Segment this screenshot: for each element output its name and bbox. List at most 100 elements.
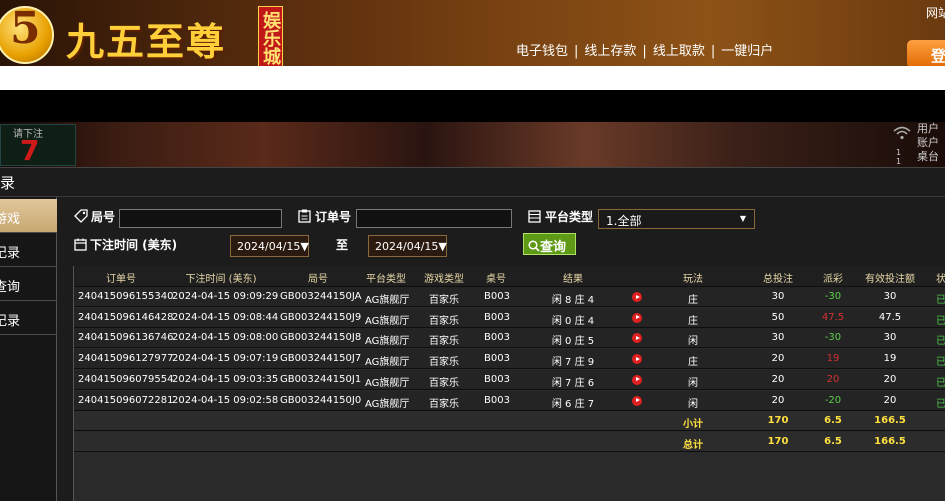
- table-info-account: 账户: [917, 136, 939, 149]
- cell-time: 2024-04-15 09:08:44: [172, 311, 279, 323]
- table-row[interactable]: 240415096072281 2024-04-15 09:02:58 GB0032…: [74, 390, 945, 411]
- col-header-bet: 总投注: [763, 274, 793, 285]
- sidebar-item-query[interactable]: 查询: [0, 267, 57, 301]
- table-row[interactable]: 240415096155340 2024-04-15 09:09:29 GB0032…: [74, 287, 945, 307]
- order-input[interactable]: [356, 209, 512, 228]
- cell-round: GB003244150J8: [280, 332, 362, 344]
- cell-table: B003: [484, 332, 510, 344]
- table-row[interactable]: 240415096146428 2024-04-15 09:08:44 GB0032…: [74, 307, 945, 328]
- query-button-label: 查询: [540, 240, 567, 255]
- table-row[interactable]: 240415096079554 2024-04-15 09:03:35 GB0032…: [74, 369, 945, 390]
- cell-valid: 20: [883, 373, 897, 385]
- nav-deposit-link[interactable]: 线上存款: [584, 44, 636, 59]
- sidebar-item-label: 游戏: [0, 212, 21, 227]
- top-nav: 电子钱包 | 线上存款 | 线上取款 | 一键归户: [516, 40, 773, 59]
- date-from-picker[interactable]: 2024/04/15▼: [230, 235, 309, 257]
- cell-status: 已派: [936, 357, 945, 369]
- logo-mark: 5: [10, 3, 41, 54]
- list-icon: [528, 210, 541, 223]
- cell-game: 百家乐: [429, 398, 459, 410]
- cell-bet: 20: [771, 394, 785, 406]
- caret-down-icon: ▼: [739, 214, 746, 223]
- summary-payout: 6.5: [824, 435, 842, 447]
- cell-table: B003: [484, 311, 510, 323]
- logo-text[interactable]: 九五至尊: [66, 11, 226, 66]
- sidebar-item-records-2[interactable]: 记录: [0, 301, 57, 335]
- summary-bet: 170: [767, 415, 789, 427]
- cell-result: 闲 8 庄 4: [551, 295, 595, 306]
- cell-table: B003: [484, 394, 510, 406]
- cell-bet: 30: [771, 291, 785, 302]
- cell-play: 闲: [688, 336, 698, 348]
- search-icon: [528, 240, 540, 252]
- cell-game: 百家乐: [429, 295, 459, 306]
- cell-platform: AG旗舰厅: [365, 295, 410, 306]
- date-from-value: 2024/04/15: [237, 240, 301, 253]
- cell-bet: 30: [771, 332, 785, 344]
- table-row[interactable]: 240415096136746 2024-04-15 09:08:00 GB0032…: [74, 328, 945, 349]
- panel-divider: [0, 196, 945, 197]
- col-header-time: 下注时间 (美东): [185, 274, 257, 285]
- summary-bet: 170: [767, 435, 789, 447]
- cell-bet: 20: [771, 373, 785, 385]
- cell-platform: AG旗舰厅: [365, 357, 410, 369]
- cell-play: 庄: [688, 315, 698, 327]
- order-label: 订单号: [315, 210, 352, 224]
- cell-payout: 47.5: [821, 311, 845, 323]
- sidebar-item-label: 查询: [0, 280, 21, 295]
- nav-withdraw-link[interactable]: 线上取款: [653, 44, 705, 59]
- sidebar-item-records[interactable]: 记录: [0, 233, 57, 267]
- col-header-valid: 有效投注额: [865, 274, 915, 285]
- table-row[interactable]: 240415096127977 2024-04-15 09:07:19 GB0032…: [74, 349, 945, 370]
- bet-records-table: 订单号 下注时间 (美东) 局号 平台类型 游戏类型 桌号 结果 玩法 总投注 …: [73, 266, 945, 501]
- col-header-result: 结果: [563, 274, 583, 285]
- date-to-picker[interactable]: 2024/04/15▼: [368, 235, 447, 257]
- round-label: 局号: [91, 210, 116, 224]
- cell-order: 240415096155340: [78, 291, 174, 302]
- cell-round: GB003244150J1: [280, 373, 362, 385]
- cell-payout: 19: [826, 353, 840, 365]
- clipboard-icon: [298, 209, 311, 223]
- platform-select[interactable]: 1.全部 ▼: [598, 209, 755, 229]
- cell-status: 已派: [936, 295, 945, 306]
- play-video-icon[interactable]: [632, 333, 642, 344]
- sidebar-item-game-records[interactable]: 游戏: [0, 199, 57, 233]
- col-header-platform: 平台类型: [366, 274, 406, 285]
- cell-play: 闲: [688, 377, 698, 389]
- cell-order: 240415096127977: [78, 353, 174, 365]
- cell-order: 240415096072281: [78, 394, 174, 406]
- play-video-icon[interactable]: [632, 354, 642, 365]
- cell-result: 闲 7 庄 9: [551, 357, 595, 369]
- cell-result: 闲 0 庄 5: [551, 336, 595, 348]
- cell-payout: -30: [824, 332, 842, 344]
- cell-payout: 20: [826, 373, 840, 385]
- nav-wallet-link[interactable]: 电子钱包: [516, 44, 568, 59]
- platform-label: 平台类型: [545, 210, 594, 224]
- login-button[interactable]: 登: [907, 40, 945, 68]
- cell-round: GB003244150J7: [280, 353, 362, 365]
- cell-platform: AG旗舰厅: [365, 377, 410, 389]
- panel-title: 录: [0, 174, 16, 192]
- round-input[interactable]: [119, 209, 282, 228]
- live-game-strip[interactable]: [0, 122, 945, 167]
- play-video-icon[interactable]: [632, 395, 642, 406]
- subtotal-row: 小计 170 6.5 166.5: [74, 411, 945, 432]
- nav-consolidate-link[interactable]: 一键归户: [721, 44, 773, 59]
- cell-play: 庄: [688, 295, 698, 306]
- col-header-round: 局号: [308, 274, 328, 285]
- info-number: 1: [896, 157, 902, 166]
- cell-game: 百家乐: [429, 357, 459, 369]
- tag-icon: [74, 209, 88, 223]
- play-video-icon[interactable]: [632, 374, 642, 385]
- info-number: 1: [896, 148, 902, 157]
- play-video-icon[interactable]: [632, 292, 642, 302]
- query-button[interactable]: 查询: [523, 233, 576, 255]
- sidebar: 游戏 记录 查询 记录: [0, 197, 57, 501]
- nav-separator: |: [642, 44, 647, 59]
- cell-time: 2024-04-15 09:03:35: [172, 373, 279, 385]
- col-header-order: 订单号: [106, 274, 136, 285]
- site-link[interactable]: 网站: [926, 4, 945, 21]
- play-video-icon[interactable]: [632, 312, 642, 323]
- cell-time: 2024-04-15 09:07:19: [172, 353, 279, 365]
- cell-table: B003: [484, 373, 510, 385]
